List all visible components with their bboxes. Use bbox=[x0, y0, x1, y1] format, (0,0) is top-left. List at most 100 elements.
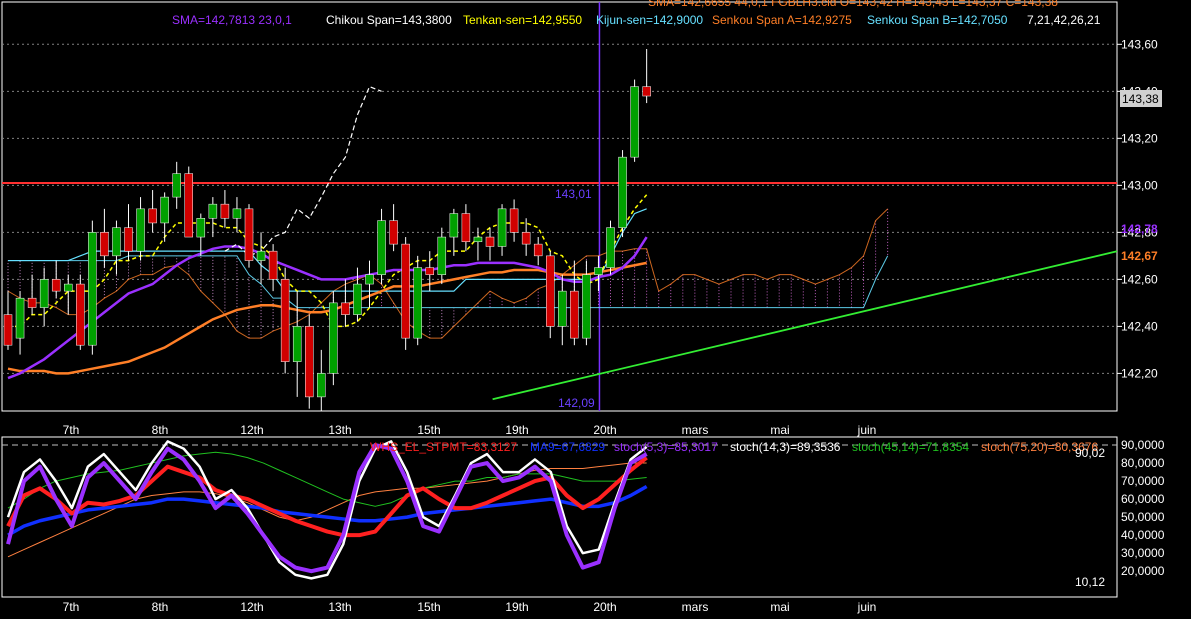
candle-body bbox=[353, 283, 362, 315]
oscillator-max-label: 90,02 bbox=[1075, 446, 1105, 460]
candle-body bbox=[582, 274, 591, 339]
candle-body bbox=[425, 267, 434, 275]
time-tick-label-lower: mars bbox=[682, 600, 709, 614]
time-tick-label-upper: 19th bbox=[505, 423, 528, 437]
candle-body bbox=[509, 208, 519, 233]
candle-body bbox=[437, 236, 447, 275]
candle-body bbox=[280, 279, 290, 362]
price-tick-label: 142,20 bbox=[1121, 366, 1158, 380]
candle-body bbox=[485, 236, 495, 247]
candle-body bbox=[148, 208, 157, 224]
annotation-low: 142,09 bbox=[558, 396, 595, 410]
oscillator-tick-label: 70,0000 bbox=[1121, 474, 1165, 488]
time-tick-label-upper: 15th bbox=[417, 423, 440, 437]
chart-canvas: 143,60143,40143,20143,00142,80142,60142,… bbox=[0, 0, 1191, 619]
oscillator-tick-label: 20,0000 bbox=[1121, 564, 1165, 578]
candle-body bbox=[606, 227, 615, 268]
candle-body bbox=[546, 255, 555, 327]
candle-body bbox=[184, 173, 193, 238]
time-tick-label-lower: mai bbox=[770, 600, 789, 614]
candle-body bbox=[88, 232, 97, 346]
time-tick-label-upper: 7th bbox=[63, 423, 80, 437]
time-tick-label-lower: 7th bbox=[63, 600, 80, 614]
candle-body bbox=[413, 267, 422, 339]
legend-tenkan: Tenkan-sen=142,9550 bbox=[463, 13, 582, 27]
candle-body bbox=[461, 213, 471, 243]
candle-body bbox=[172, 173, 181, 198]
candle-body bbox=[594, 267, 603, 275]
candle-body bbox=[3, 314, 13, 346]
candle-body bbox=[642, 86, 651, 97]
legend-whs: WHS_EL_STPMT=83,3127 bbox=[370, 440, 517, 454]
candle-body bbox=[15, 297, 25, 339]
time-tick-label-upper: 20th bbox=[593, 423, 616, 437]
price-tick-label: 143,20 bbox=[1121, 131, 1158, 145]
candle-body bbox=[570, 290, 579, 339]
time-tick-label-lower: juin bbox=[857, 600, 877, 614]
legend-kijun: Kijun-sen=142,9000 bbox=[596, 13, 703, 27]
oscillator-tick-label: 60,0000 bbox=[1121, 492, 1165, 506]
candle-body bbox=[268, 250, 278, 280]
candle-body bbox=[473, 236, 483, 243]
price-tick-label: 143,00 bbox=[1121, 178, 1158, 192]
candle-body bbox=[124, 227, 133, 252]
candle-body bbox=[27, 297, 37, 308]
candle-body bbox=[365, 274, 374, 285]
candle-body bbox=[521, 232, 531, 245]
price-tick-label: 143,60 bbox=[1121, 37, 1158, 51]
candle-body bbox=[64, 283, 73, 292]
candle-body bbox=[256, 250, 266, 261]
legend-stoch143: stoch(14,3)=89,3536 bbox=[730, 440, 841, 454]
legend-stoch4514: stoch(45,14)=71,8354 bbox=[852, 440, 969, 454]
candle-body bbox=[558, 290, 567, 327]
oscillator-tick-label: 30,0000 bbox=[1121, 546, 1165, 560]
legend-senkou-b: Senkou Span B=142,7050 bbox=[867, 13, 1008, 27]
time-tick-label-upper: 13th bbox=[328, 423, 351, 437]
candle-body bbox=[208, 203, 218, 219]
candle-body bbox=[533, 243, 543, 257]
candle-body bbox=[317, 373, 326, 398]
time-tick-label-lower: 13th bbox=[328, 600, 351, 614]
price-tick-label: 142,60 bbox=[1121, 272, 1158, 286]
legend-stoch53: stoch(5,3)=85,3017 bbox=[614, 440, 718, 454]
time-tick-label-upper: mai bbox=[770, 423, 789, 437]
candle-body bbox=[377, 220, 386, 275]
candle-body bbox=[618, 156, 627, 228]
last-price-label: 143,38 bbox=[1122, 92, 1159, 106]
candle-body bbox=[112, 227, 121, 257]
time-tick-label-lower: 19th bbox=[505, 600, 528, 614]
ma-price-label: 142,67 bbox=[1121, 249, 1158, 263]
oscillator-min-label: 10,12 bbox=[1075, 575, 1105, 589]
time-tick-label-upper: juin bbox=[857, 423, 877, 437]
legend-ma9: MA9=67,6829 bbox=[530, 440, 605, 454]
candle-body bbox=[220, 203, 230, 219]
time-tick-label-upper: 8th bbox=[152, 423, 169, 437]
time-tick-label-lower: 12th bbox=[240, 600, 263, 614]
legend-senkou-a: Senkou Span A=142,9275 bbox=[712, 13, 852, 27]
oscillator-tick-label: 80,0000 bbox=[1121, 456, 1165, 470]
legend-chikou: Chikou Span=143,3800 bbox=[326, 13, 452, 27]
candle-body bbox=[305, 326, 314, 398]
candle-body bbox=[341, 302, 350, 315]
price-tick-label: 142,40 bbox=[1121, 319, 1158, 333]
chart-background bbox=[0, 0, 1191, 619]
oscillator-tick-label: 40,0000 bbox=[1121, 528, 1165, 542]
candle-body bbox=[389, 220, 398, 245]
candle-body bbox=[244, 208, 254, 261]
candle-body bbox=[76, 283, 85, 346]
time-tick-label-lower: 15th bbox=[417, 600, 440, 614]
candle-body bbox=[630, 86, 639, 158]
time-tick-label-upper: 12th bbox=[240, 423, 263, 437]
candle-body bbox=[449, 213, 459, 238]
candle-body bbox=[196, 218, 206, 238]
header-top-cut: SMA=142,6655 44,0,1 FGBLH3.cld O=143,42 … bbox=[648, 0, 1058, 9]
candle-body bbox=[401, 243, 410, 339]
time-tick-label-upper: mars bbox=[682, 423, 709, 437]
oscillator-tick-label: 90,0000 bbox=[1121, 438, 1165, 452]
candle-body bbox=[39, 279, 49, 308]
annotation-high: 143,01 bbox=[555, 187, 592, 201]
time-tick-label-lower: 20th bbox=[593, 600, 616, 614]
oscillator-tick-label: 50,0000 bbox=[1121, 510, 1165, 524]
candle-body bbox=[232, 208, 242, 219]
candle-body bbox=[292, 326, 302, 362]
